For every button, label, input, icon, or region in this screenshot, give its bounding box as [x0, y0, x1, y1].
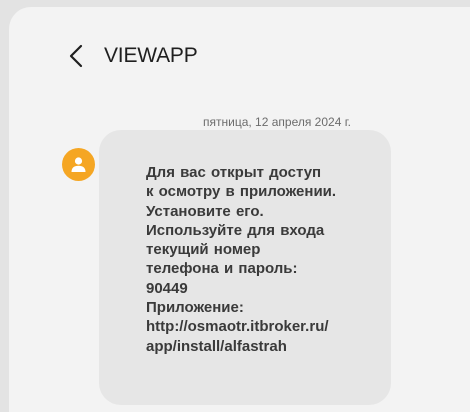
contact-title: VIEWAPP	[104, 44, 198, 67]
chevron-left-icon[interactable]	[66, 43, 88, 69]
message-text: Для вас открыт доступ к осмотру в прилож…	[146, 164, 337, 355]
avatar	[62, 148, 95, 181]
thread-header: VIEWAPP	[9, 7, 470, 87]
person-icon	[71, 157, 86, 172]
date-label: пятница, 12 апреля 2024 г.	[203, 115, 351, 129]
